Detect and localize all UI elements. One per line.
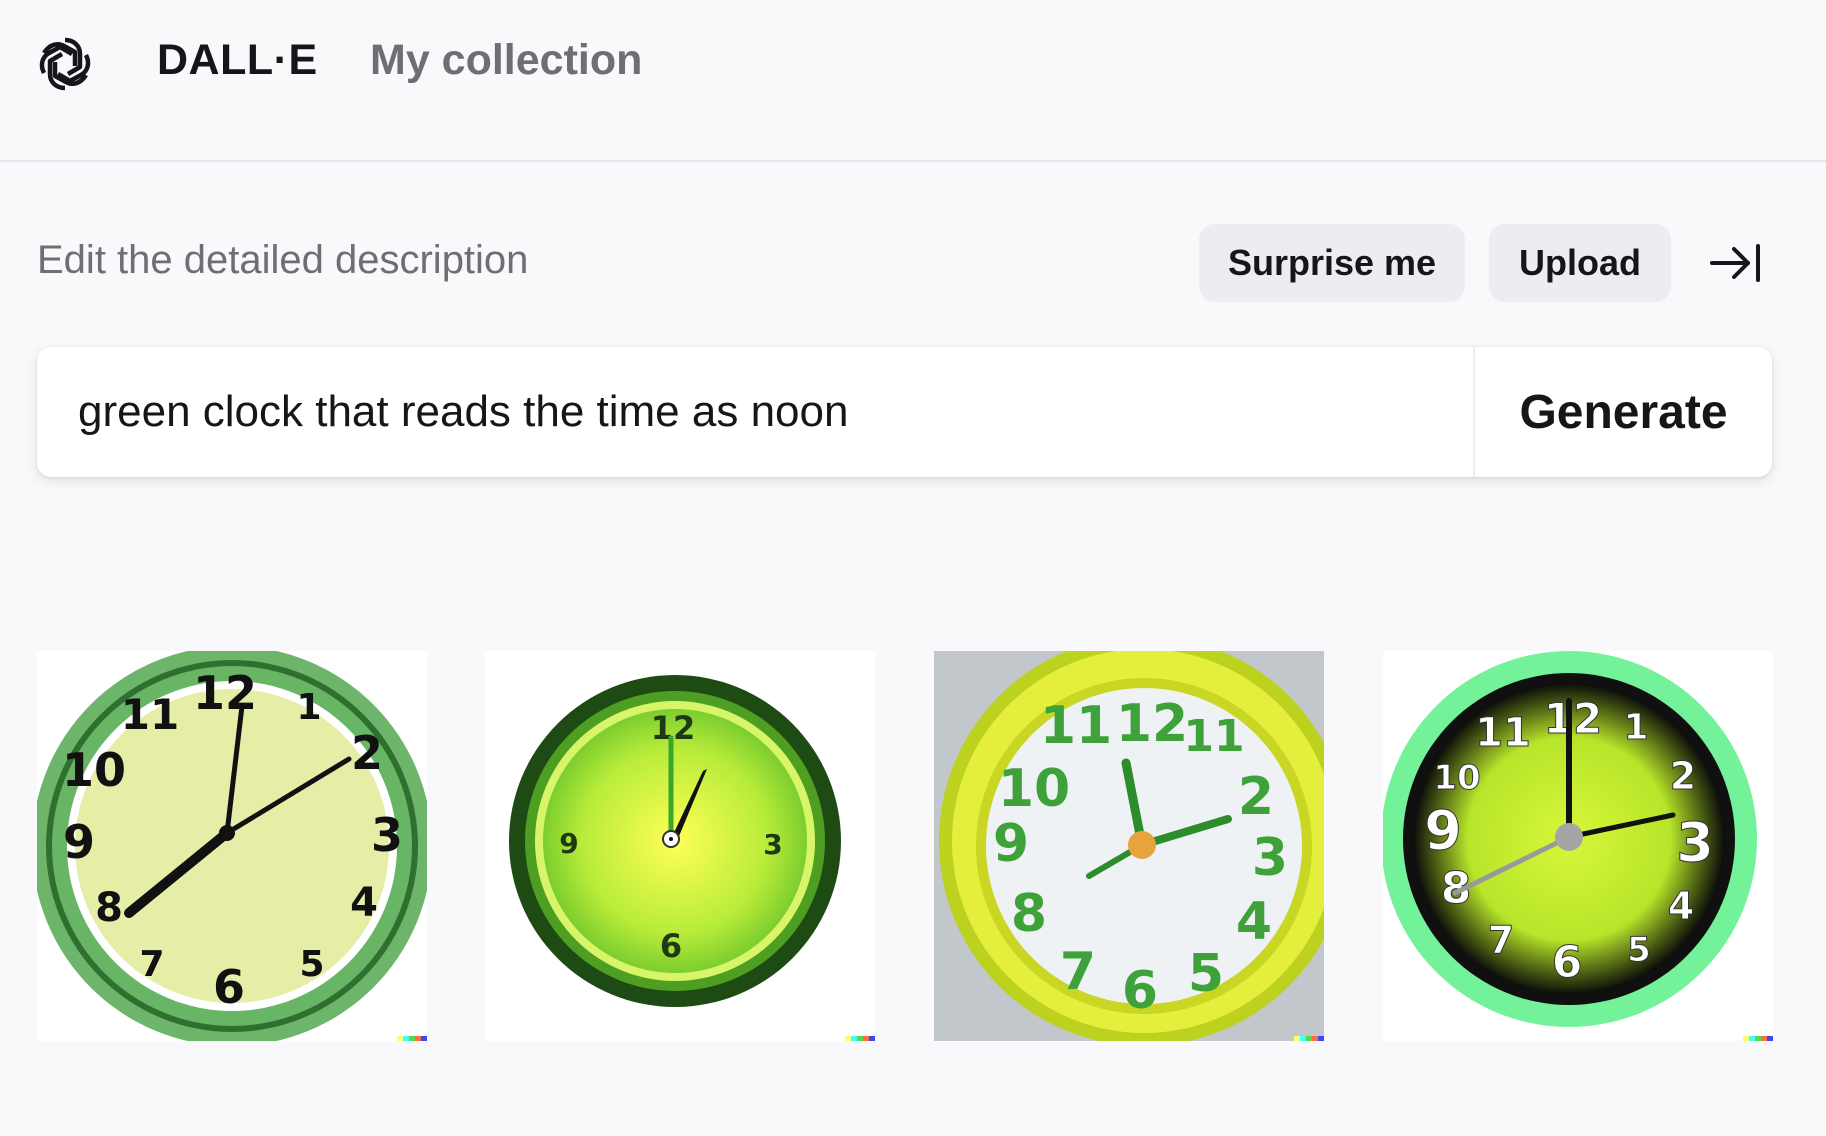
numeral: 5 — [1627, 930, 1651, 970]
numeral: 4 — [350, 880, 378, 926]
numeral: 1 — [296, 687, 321, 728]
result-image-1[interactable]: 12 1 2 3 4 5 6 7 8 9 10 11 — [37, 651, 427, 1041]
numeral: 2 — [351, 726, 383, 780]
numeral: 3 — [1252, 828, 1288, 888]
result-image-3[interactable]: 12 2 3 4 5 6 7 8 9 10 11 11 — [934, 651, 1324, 1041]
numeral: 10 — [1433, 758, 1480, 798]
numeral: 11 — [1183, 711, 1244, 762]
numeral: 6 — [1122, 961, 1158, 1021]
numeral: 6 — [660, 927, 682, 965]
watermark — [1294, 1036, 1324, 1041]
openai-logo-icon[interactable] — [34, 33, 96, 95]
numeral: 10 — [998, 759, 1070, 819]
numeral: 8 — [95, 885, 123, 931]
numeral: 11 — [1040, 696, 1112, 756]
numeral: 3 — [763, 828, 782, 861]
numeral: 9 — [559, 827, 578, 860]
section-label: Edit the detailed description — [37, 238, 529, 282]
numeral: 10 — [62, 743, 126, 797]
numeral: 8 — [1011, 884, 1047, 944]
numeral: 9 — [63, 815, 95, 869]
watermark — [397, 1036, 427, 1041]
numeral: 2 — [1238, 767, 1274, 827]
numeral: 3 — [1676, 811, 1714, 874]
watermark — [1743, 1036, 1773, 1041]
prompt-input[interactable] — [78, 347, 1458, 477]
upload-button[interactable]: Upload — [1489, 224, 1671, 302]
numeral: 7 — [139, 944, 164, 985]
numeral: 11 — [1475, 710, 1531, 756]
surprise-me-button[interactable]: Surprise me — [1199, 224, 1465, 302]
numeral: 9 — [1424, 799, 1462, 862]
numeral: 4 — [1236, 892, 1272, 952]
numeral: 6 — [213, 960, 245, 1014]
numeral: 12 — [193, 666, 257, 720]
nav-my-collection[interactable]: My collection — [370, 36, 642, 85]
clock-image-2: 12 3 6 9 — [509, 675, 841, 1007]
numeral: 9 — [993, 814, 1029, 874]
numeral: 7 — [1488, 918, 1514, 962]
result-image-2[interactable]: 12 3 6 9 — [485, 651, 875, 1041]
clock-image-4: 12 1 2 3 4 5 6 7 8 9 10 11 — [1383, 651, 1757, 1027]
top-bar: DALL·E My collection — [0, 0, 1826, 162]
numeral: 11 — [121, 690, 179, 739]
numeral: 12 — [1544, 694, 1602, 743]
numeral: 5 — [299, 944, 324, 985]
brand-title[interactable]: DALL·E — [157, 36, 318, 85]
numeral: 12 — [1116, 694, 1188, 754]
numeral: 4 — [1668, 884, 1694, 928]
numeral: 6 — [1552, 937, 1583, 988]
numeral: 1 — [1623, 707, 1648, 748]
numeral: 2 — [1670, 754, 1696, 798]
result-image-4[interactable]: 12 1 2 3 4 5 6 7 8 9 10 11 — [1383, 651, 1773, 1041]
numeral: 5 — [1188, 944, 1224, 1004]
numeral: 3 — [371, 808, 403, 862]
numeral: 7 — [1060, 942, 1096, 1002]
clock-image-3: 12 2 3 4 5 6 7 8 9 10 11 11 — [934, 651, 1324, 1041]
watermark — [845, 1036, 875, 1041]
collapse-right-icon[interactable] — [1708, 240, 1762, 286]
clock-image-1: 12 1 2 3 4 5 6 7 8 9 10 11 — [37, 651, 427, 1041]
generate-button[interactable]: Generate — [1475, 347, 1772, 477]
prompt-bar: Generate — [37, 347, 1772, 477]
